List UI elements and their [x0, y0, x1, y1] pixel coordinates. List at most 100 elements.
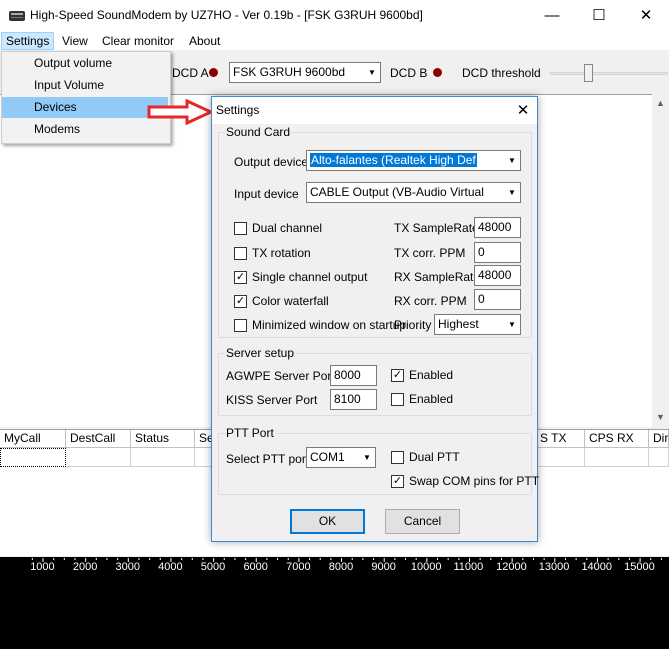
chevron-down-icon: ▼ — [508, 188, 516, 197]
tx-samplerate-input[interactable]: 48000 — [474, 217, 521, 238]
rx-corr-label: RX corr. PPM — [394, 294, 467, 308]
rx-samplerate-label: RX SampleRate — [394, 270, 481, 284]
frequency-label: 3000 — [115, 561, 140, 573]
grid-cell[interactable] — [649, 448, 669, 467]
frequency-label: 1000 — [30, 561, 55, 573]
swap-com-checkbox[interactable]: ✓ — [391, 475, 404, 488]
priority-label: Priority — [394, 318, 432, 332]
minimized-window-label: Minimized window on startup — [252, 318, 407, 332]
col-destcall[interactable]: DestCall — [66, 430, 131, 448]
ptt-port-select[interactable]: COM1 ▼ — [306, 447, 376, 468]
frequency-label: 9000 — [371, 561, 396, 573]
minimized-window-checkbox[interactable] — [234, 319, 247, 332]
tx-rotation-label: TX rotation — [252, 246, 311, 260]
ptt-port-title: PTT Port — [225, 426, 275, 440]
single-channel-output-checkbox[interactable]: ✓ — [234, 271, 247, 284]
frequency-label: 4000 — [158, 561, 183, 573]
dcd-b-label: DCD B — [390, 66, 428, 80]
priority-value: Highest — [438, 317, 479, 331]
checkmark-icon: ✓ — [392, 369, 403, 381]
kiss-enabled-checkbox[interactable] — [391, 393, 404, 406]
menu-settings[interactable]: Settings — [1, 32, 54, 50]
input-device-value: CABLE Output (VB-Audio Virtual — [310, 185, 484, 199]
col-status[interactable]: Status — [131, 430, 195, 448]
dual-channel-label: Dual channel — [252, 221, 323, 235]
menu-item-output-volume[interactable]: Output volume — [2, 53, 168, 74]
tx-corr-label: TX corr. PPM — [394, 246, 466, 260]
close-button[interactable]: ✕ — [623, 0, 669, 31]
col-mycall[interactable]: MyCall — [0, 430, 66, 448]
dcd-b-indicator — [433, 68, 442, 77]
tx-rotation-checkbox[interactable] — [234, 247, 247, 260]
swap-com-label: Swap COM pins for PTT — [409, 474, 540, 488]
modem-a-select[interactable]: FSK G3RUH 9600bd ▼ — [229, 62, 381, 83]
dialog-title: Settings — [216, 103, 260, 117]
menu-item-devices[interactable]: Devices — [2, 97, 168, 118]
monitor-scrollbar[interactable] — [652, 94, 669, 427]
color-waterfall-label: Color waterfall — [252, 294, 329, 308]
checkmark-icon: ✓ — [235, 271, 246, 283]
maximize-button[interactable]: ☐ — [576, 0, 622, 31]
col-cps-rx[interactable]: CPS RX — [585, 430, 649, 448]
output-device-value: Alto-falantes (Realtek High Def — [310, 153, 477, 167]
minimize-button[interactable]: — — [529, 0, 575, 31]
rx-corr-input[interactable]: 0 — [474, 289, 521, 310]
dcd-threshold-label: DCD threshold — [462, 66, 541, 80]
dialog-close-button[interactable]: ✕ — [510, 98, 536, 123]
modem-a-value: FSK G3RUH 9600bd — [233, 65, 346, 79]
dual-ptt-label: Dual PTT — [409, 450, 460, 464]
sound-card-title: Sound Card — [225, 125, 292, 139]
input-device-select[interactable]: CABLE Output (VB-Audio Virtual ▼ — [306, 182, 521, 203]
tx-samplerate-label: TX SampleRate — [394, 221, 479, 235]
grid-cell[interactable] — [66, 448, 131, 467]
chevron-down-icon: ▼ — [363, 453, 371, 462]
ok-button[interactable]: OK — [290, 509, 365, 534]
window-title: High-Speed SoundModem by UZ7HO - Ver 0.1… — [30, 8, 423, 22]
chevron-down-icon: ▼ — [508, 156, 516, 165]
kiss-port-label: KISS Server Port — [226, 393, 318, 407]
output-device-select[interactable]: Alto-falantes (Realtek High Def ▼ — [306, 150, 521, 171]
menu-item-input-volume[interactable]: Input Volume — [2, 75, 168, 96]
menu-view[interactable]: View — [58, 32, 92, 50]
server-setup-title: Server setup — [225, 346, 296, 360]
grid-cell-selected[interactable] — [0, 448, 66, 467]
frequency-label: 11000 — [453, 561, 484, 573]
agwpe-port-label: AGWPE Server Port — [226, 369, 335, 383]
col-direction[interactable]: Dir — [649, 430, 669, 448]
app-icon — [9, 10, 25, 21]
grid-cell[interactable] — [131, 448, 195, 467]
col-cps-tx[interactable]: S TX — [536, 430, 585, 448]
slider-track — [550, 72, 668, 75]
dual-channel-checkbox[interactable] — [234, 222, 247, 235]
frequency-label: 7000 — [286, 561, 311, 573]
slider-thumb[interactable] — [584, 64, 593, 82]
menu-clear-monitor[interactable]: Clear monitor — [98, 32, 178, 50]
agwpe-enabled-checkbox[interactable]: ✓ — [391, 369, 404, 382]
menu-item-modems[interactable]: Modems — [2, 119, 168, 140]
frequency-label: 10000 — [410, 561, 442, 573]
cancel-button[interactable]: Cancel — [385, 509, 460, 534]
frequency-label: 6000 — [243, 561, 268, 573]
grid-cell[interactable] — [585, 448, 649, 467]
frequency-label: 13000 — [538, 561, 570, 573]
dual-ptt-checkbox[interactable] — [391, 451, 404, 464]
output-device-label: Output device — [234, 155, 309, 169]
priority-select[interactable]: Highest ▼ — [434, 314, 521, 335]
menu-about[interactable]: About — [185, 32, 224, 50]
scroll-up-icon[interactable]: ▲ — [652, 95, 669, 112]
ptt-port-label: Select PTT port — [226, 452, 310, 466]
color-waterfall-checkbox[interactable]: ✓ — [234, 295, 247, 308]
frequency-label: 2000 — [72, 561, 98, 573]
dcd-a-indicator — [209, 68, 218, 77]
frequency-label: 8000 — [328, 561, 354, 573]
scroll-down-icon[interactable]: ▼ — [652, 409, 669, 426]
frequency-label: 12000 — [496, 561, 527, 573]
dcd-a-label: DCD A — [172, 66, 209, 80]
kiss-port-input[interactable]: 8100 — [330, 389, 377, 410]
checkmark-icon: ✓ — [235, 295, 246, 307]
tx-corr-input[interactable]: 0 — [474, 242, 521, 263]
frequency-label: 5000 — [200, 561, 226, 573]
rx-samplerate-input[interactable]: 48000 — [474, 265, 521, 286]
agwpe-port-input[interactable]: 8000 — [330, 365, 377, 386]
grid-cell[interactable] — [536, 448, 585, 467]
